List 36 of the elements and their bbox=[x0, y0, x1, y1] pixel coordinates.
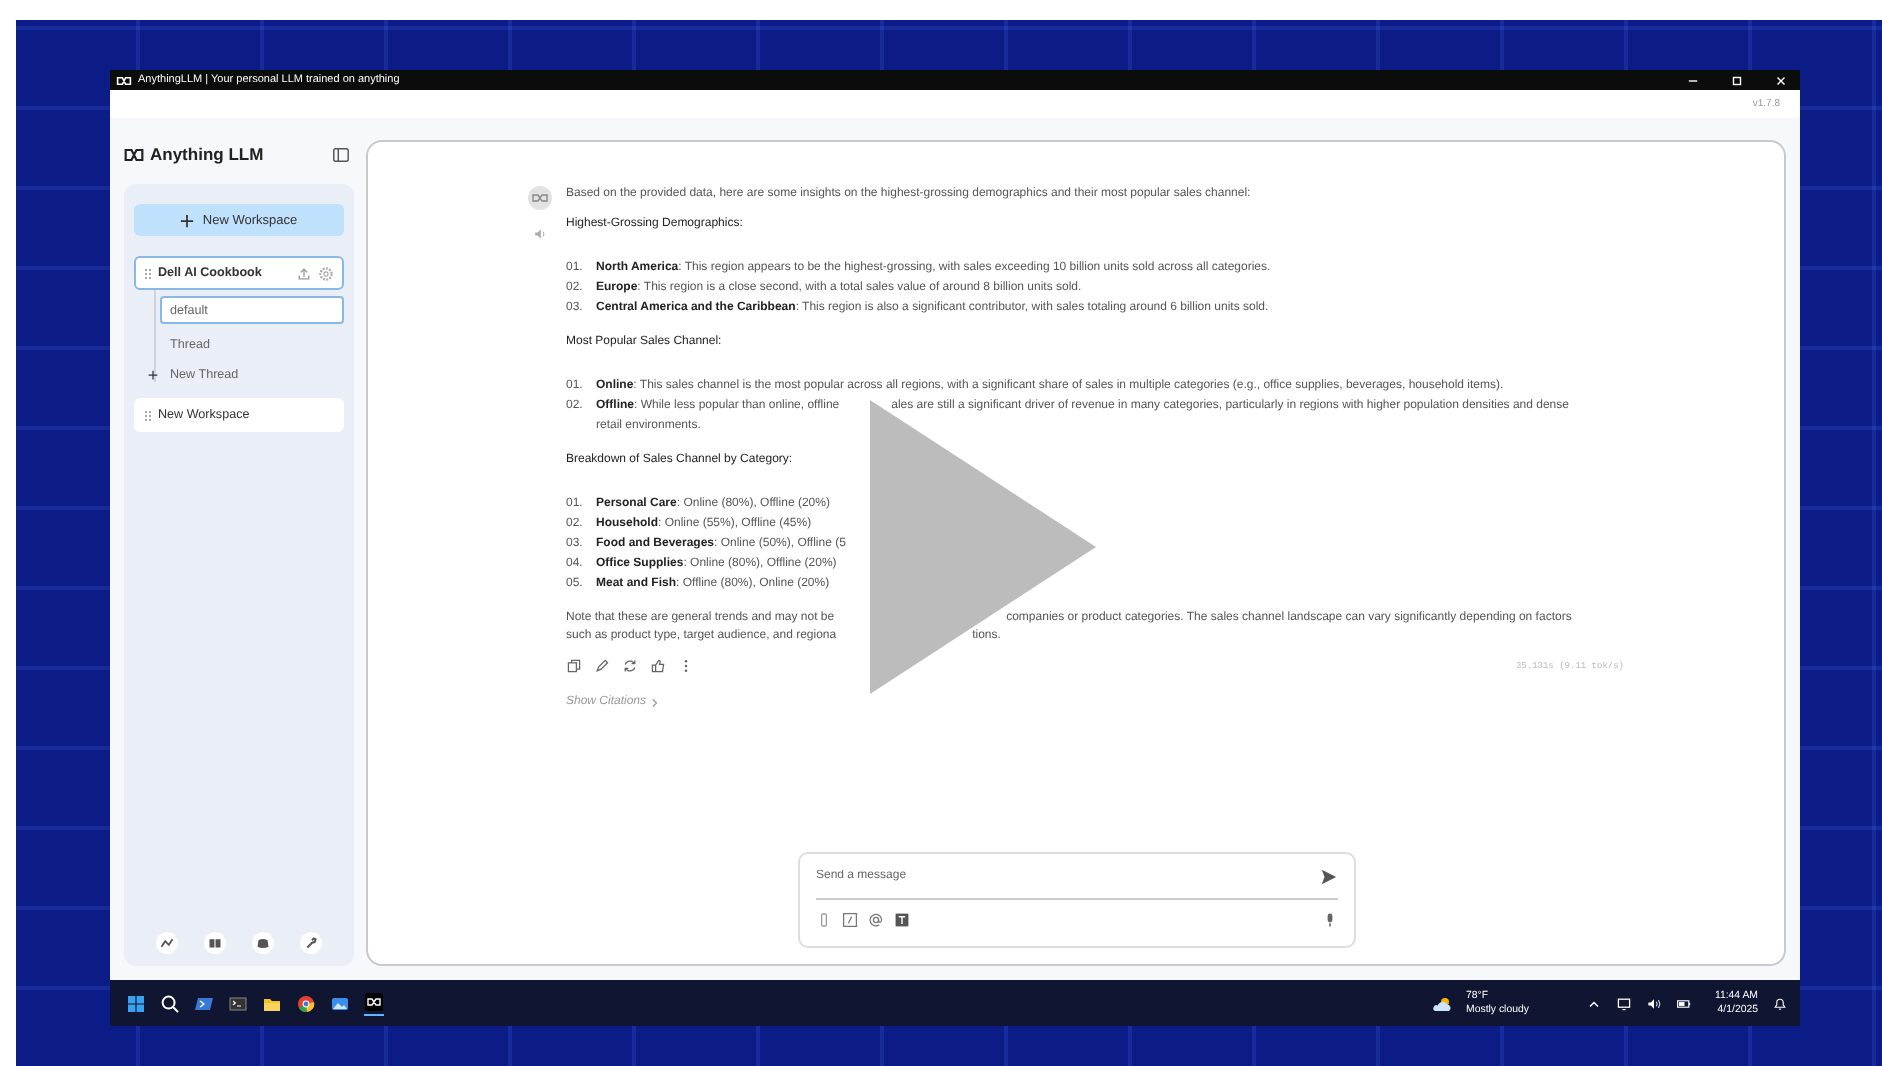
logo-icon bbox=[124, 147, 144, 161]
upload-icon[interactable] bbox=[296, 265, 312, 281]
powershell-icon[interactable] bbox=[194, 993, 214, 1013]
book-icon[interactable] bbox=[204, 932, 226, 954]
edit-icon[interactable] bbox=[594, 658, 610, 674]
attachment-icon[interactable] bbox=[816, 912, 832, 928]
copy-icon[interactable] bbox=[566, 658, 582, 674]
text-format-icon[interactable] bbox=[894, 912, 910, 928]
folder-icon[interactable] bbox=[262, 993, 282, 1013]
app-logo-icon bbox=[116, 75, 132, 85]
app-logo: Anything LLM bbox=[150, 144, 264, 164]
volume-icon[interactable] bbox=[1646, 995, 1663, 1011]
regenerate-icon[interactable] bbox=[622, 658, 638, 674]
thumbs-up-icon[interactable] bbox=[650, 658, 666, 674]
start-icon[interactable] bbox=[126, 993, 146, 1013]
chevron-right-icon bbox=[650, 697, 659, 707]
sidebar-toggle-icon[interactable] bbox=[332, 145, 350, 163]
anythingllm-taskbar-icon[interactable] bbox=[364, 991, 384, 1015]
assistant-avatar-icon bbox=[528, 186, 552, 210]
plus-icon bbox=[148, 370, 158, 380]
microphone-icon[interactable] bbox=[1322, 912, 1338, 928]
terminal-icon[interactable] bbox=[228, 993, 248, 1013]
send-icon[interactable] bbox=[1320, 867, 1338, 885]
browser-icon[interactable] bbox=[296, 993, 316, 1013]
maximize-icon[interactable] bbox=[1730, 73, 1744, 87]
cloud-icon bbox=[1432, 993, 1453, 1013]
photos-icon[interactable] bbox=[330, 993, 350, 1013]
search-icon[interactable] bbox=[160, 993, 180, 1013]
display-icon[interactable] bbox=[1616, 995, 1633, 1011]
mention-icon[interactable] bbox=[868, 912, 884, 928]
notification-icon[interactable] bbox=[1772, 995, 1788, 1011]
slash-command-icon[interactable] bbox=[842, 912, 858, 928]
close-icon[interactable] bbox=[1774, 73, 1788, 87]
plus-icon bbox=[180, 213, 195, 227]
battery-icon[interactable] bbox=[1676, 995, 1693, 1011]
wrench-icon[interactable] bbox=[300, 932, 322, 954]
